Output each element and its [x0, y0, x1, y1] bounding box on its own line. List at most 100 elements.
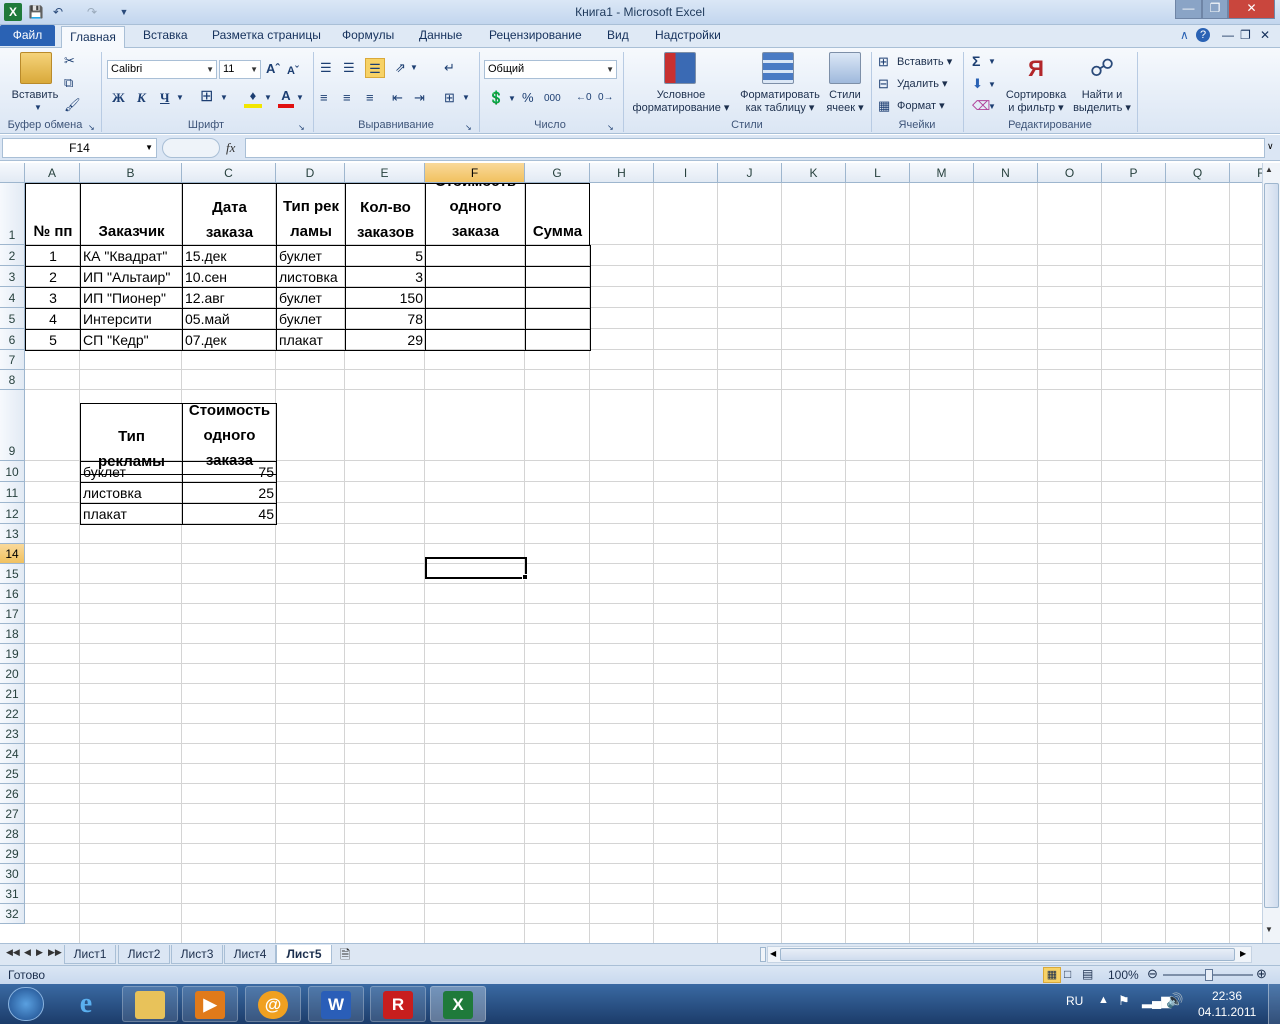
- format-painter-icon[interactable]: 🖌: [64, 97, 81, 113]
- sheet-tab-1[interactable]: Лист1: [64, 945, 116, 964]
- cell-date[interactable]: 07.дек: [182, 329, 277, 351]
- header-cell-client[interactable]: Заказчик: [80, 183, 183, 246]
- row-header-30[interactable]: 30: [0, 864, 25, 884]
- close-button[interactable]: ✕: [1228, 0, 1275, 19]
- orientation-dropdown-icon[interactable]: ▼: [410, 60, 418, 76]
- sheet-tab-3[interactable]: Лист3: [171, 945, 223, 964]
- align-right-icon[interactable]: ≡: [366, 90, 374, 106]
- fill-icon[interactable]: ⬇: [972, 76, 983, 92]
- start-button-icon[interactable]: [8, 987, 44, 1021]
- align-left-icon[interactable]: ≡: [320, 90, 328, 106]
- tab-split-handle[interactable]: [760, 947, 766, 962]
- vertical-scrollbar[interactable]: ▲ ▼: [1262, 163, 1280, 943]
- shrink-font-icon[interactable]: Aˇ: [287, 63, 299, 79]
- sort-filter-icon[interactable]: Я: [1020, 54, 1052, 86]
- column-header-n[interactable]: N: [974, 163, 1038, 183]
- cell-client[interactable]: КА "Квадрат": [80, 245, 183, 267]
- doc-restore-icon[interactable]: ❐: [1240, 28, 1251, 42]
- cell-sum[interactable]: [525, 287, 591, 309]
- help-icon[interactable]: ?: [1196, 28, 1210, 42]
- scroll-right-icon[interactable]: ▶: [1240, 949, 1246, 958]
- increase-indent-icon[interactable]: ⇥: [414, 90, 425, 106]
- column-header-e[interactable]: E: [345, 163, 425, 183]
- cell-unit-cost[interactable]: [425, 245, 526, 267]
- cell-ad-cost[interactable]: 25: [182, 482, 277, 504]
- header-cell-type[interactable]: Тип рекламы: [276, 183, 346, 246]
- align-middle-icon[interactable]: ☰: [343, 60, 355, 76]
- column-header-b[interactable]: B: [80, 163, 182, 183]
- cell-number[interactable]: 1: [25, 245, 81, 267]
- underline-dropdown-icon[interactable]: ▼: [176, 90, 184, 106]
- row-header-1[interactable]: 1: [0, 183, 25, 245]
- formula-input[interactable]: [245, 138, 1265, 158]
- clock-time[interactable]: 22:36: [1212, 989, 1242, 1003]
- number-launcher-icon[interactable]: ↘: [607, 120, 614, 136]
- language-indicator[interactable]: RU: [1066, 994, 1083, 1008]
- row-header-4[interactable]: 4: [0, 287, 25, 308]
- cell-ad-type[interactable]: листовка: [80, 482, 183, 504]
- cell-unit-cost[interactable]: [425, 266, 526, 288]
- page-layout-view-icon[interactable]: □: [1064, 967, 1071, 981]
- row-header-13[interactable]: 13: [0, 524, 25, 544]
- number-format-combo[interactable]: Общий ▼: [484, 60, 617, 79]
- column-header-d[interactable]: D: [276, 163, 345, 183]
- paste-dropdown-icon[interactable]: ▼: [34, 100, 42, 116]
- cell-client[interactable]: ИП "Пионер": [80, 287, 183, 309]
- autosum-icon[interactable]: Σ: [972, 53, 980, 69]
- row-header-27[interactable]: 27: [0, 804, 25, 824]
- column-header-h[interactable]: H: [590, 163, 654, 183]
- decrease-decimal-icon[interactable]: 0→: [598, 90, 614, 106]
- row-header-31[interactable]: 31: [0, 884, 25, 904]
- row-header-18[interactable]: 18: [0, 624, 25, 644]
- cell-ad-type[interactable]: плакат: [80, 503, 183, 525]
- italic-button[interactable]: К: [137, 90, 146, 106]
- explorer-taskbar-button[interactable]: [122, 986, 178, 1022]
- borders-dropdown-icon[interactable]: ▼: [220, 90, 228, 106]
- expand-formula-bar-icon[interactable]: ∨: [1267, 141, 1274, 152]
- sheet-tab-4[interactable]: Лист4: [224, 945, 276, 964]
- tab-home[interactable]: Главная: [61, 26, 125, 48]
- cell-quantity[interactable]: 150: [345, 287, 426, 309]
- format-as-table-icon[interactable]: [762, 52, 794, 84]
- header-cell-unit-cost[interactable]: Стоимость одного заказа: [425, 183, 526, 246]
- percent-button[interactable]: %: [522, 90, 534, 106]
- cell-unit-cost[interactable]: [425, 308, 526, 330]
- horizontal-scrollbar[interactable]: ◀ ▶: [767, 946, 1252, 963]
- bold-button[interactable]: Ж: [112, 90, 125, 106]
- zoom-slider-thumb[interactable]: [1205, 969, 1213, 981]
- row-header-23[interactable]: 23: [0, 724, 25, 744]
- column-header-q[interactable]: Q: [1166, 163, 1230, 183]
- cell-sum[interactable]: [525, 245, 591, 267]
- cell-number[interactable]: 4: [25, 308, 81, 330]
- format-cells-icon[interactable]: ▦: [878, 98, 890, 114]
- cell-ad-cost[interactable]: 75: [182, 461, 277, 483]
- sheet-tab-5[interactable]: Лист5: [276, 945, 332, 964]
- cell-date[interactable]: 12.авг: [182, 287, 277, 309]
- cell-type[interactable]: листовка: [276, 266, 346, 288]
- cell-ad-type[interactable]: буклет: [80, 461, 183, 483]
- autosum-dropdown-icon[interactable]: ▼: [988, 54, 996, 70]
- row-header-21[interactable]: 21: [0, 684, 25, 704]
- row-header-19[interactable]: 19: [0, 644, 25, 664]
- copy-icon[interactable]: ⧉: [64, 75, 73, 91]
- decrease-indent-icon[interactable]: ⇤: [392, 90, 403, 106]
- row-header-7[interactable]: 7: [0, 350, 25, 370]
- reader-taskbar-button[interactable]: R: [370, 986, 426, 1022]
- formula-splitter[interactable]: [162, 138, 220, 158]
- header-cell-quantity[interactable]: Кол-во заказов: [345, 183, 426, 246]
- conditional-formatting-button[interactable]: Условное форматирование ▾: [626, 89, 736, 115]
- insert-cells-button[interactable]: Вставить ▾: [897, 56, 952, 69]
- row-header-17[interactable]: 17: [0, 604, 25, 624]
- clipboard-launcher-icon[interactable]: ↘: [88, 120, 95, 136]
- column-header-i[interactable]: I: [654, 163, 718, 183]
- row-header-3[interactable]: 3: [0, 266, 25, 287]
- tab-page-layout[interactable]: Разметка страницы: [212, 28, 321, 42]
- tab-data[interactable]: Данные: [419, 28, 462, 42]
- merge-dropdown-icon[interactable]: ▼: [462, 90, 470, 106]
- row-header-10[interactable]: 10: [0, 461, 25, 482]
- cell-date[interactable]: 10.сен: [182, 266, 277, 288]
- paste-icon[interactable]: [20, 52, 52, 84]
- cell-type[interactable]: плакат: [276, 329, 346, 351]
- cell-client[interactable]: ИП "Альтаир": [80, 266, 183, 288]
- fill-handle[interactable]: [522, 574, 528, 580]
